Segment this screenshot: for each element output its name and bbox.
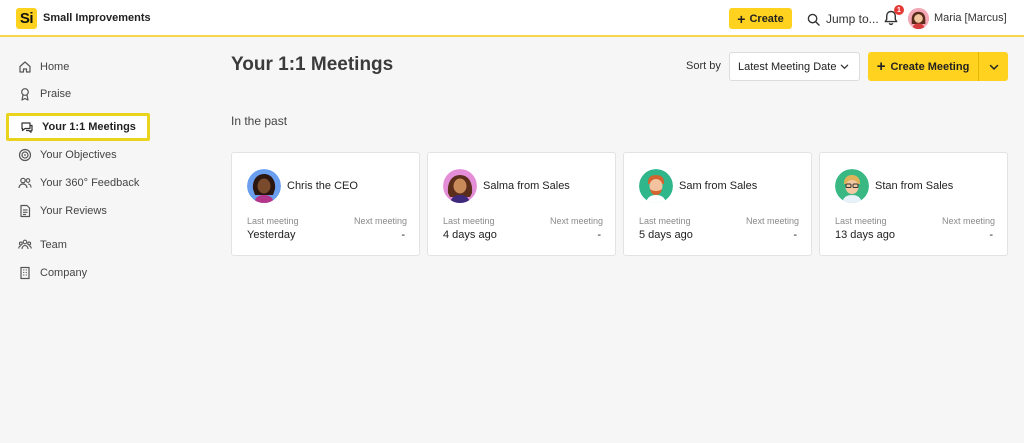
sidebar-item-team[interactable]: Team	[18, 236, 67, 254]
create-meeting-button[interactable]: + Create Meeting	[868, 52, 978, 81]
last-meeting-value: Yesterday	[247, 229, 296, 241]
sidebar-item-label: Company	[40, 267, 88, 279]
avatar	[835, 169, 869, 203]
last-meeting-label: Last meeting	[639, 216, 691, 226]
jump-to-label: Jump to...	[826, 12, 879, 26]
user-name: Maria [Marcus]	[934, 12, 1007, 24]
last-meeting-value: 4 days ago	[443, 229, 497, 241]
app-logo[interactable]: Si	[16, 8, 37, 29]
home-icon	[19, 61, 31, 73]
app-name[interactable]: Small Improvements	[43, 12, 151, 24]
last-meeting-value: 13 days ago	[835, 229, 895, 241]
next-meeting-label: Next meeting	[549, 216, 603, 226]
sidebar-item-home[interactable]: Home	[18, 58, 69, 76]
sidebar-item-praise[interactable]: Praise	[18, 85, 71, 103]
plus-icon: +	[737, 10, 746, 27]
sidebar-item-objectives[interactable]: Your Objectives	[18, 146, 117, 164]
award-icon	[21, 88, 29, 101]
chevron-down-icon	[840, 64, 849, 69]
sidebar-item-company[interactable]: Company	[18, 264, 87, 282]
next-meeting-label: Next meeting	[353, 216, 407, 226]
create-meeting-label: Create Meeting	[890, 60, 970, 73]
top-bar: Si Small Improvements + Create Jump to..…	[0, 0, 1024, 37]
meeting-card-chris[interactable]: Chris the CEO Last meeting Next meeting …	[231, 152, 420, 256]
people-icon	[18, 177, 32, 189]
sidebar: Home Praise Your 1:1 Meetings Your Objec…	[0, 38, 200, 443]
sidebar-item-360-feedback[interactable]: Your 360° Feedback	[18, 174, 139, 192]
sidebar-item-reviews[interactable]: Your Reviews	[18, 202, 107, 220]
sort-select-value: Latest Meeting Date	[738, 60, 837, 73]
next-meeting-value: -	[401, 229, 405, 241]
last-meeting-label: Last meeting	[247, 216, 299, 226]
building-icon	[20, 266, 30, 280]
next-meeting-value: -	[597, 229, 601, 241]
section-title: In the past	[231, 114, 288, 128]
team-icon	[18, 239, 32, 250]
next-meeting-label: Next meeting	[941, 216, 995, 226]
sort-label: Sort by	[686, 60, 721, 72]
avatar	[639, 169, 673, 203]
page-title: Your 1:1 Meetings	[231, 54, 394, 75]
last-meeting-value: 5 days ago	[639, 229, 693, 241]
next-meeting-value: -	[989, 229, 993, 241]
notification-badge: 1	[894, 5, 904, 15]
participant-name: Chris the CEO	[287, 180, 358, 192]
sort-select[interactable]: Latest Meeting Date	[729, 52, 860, 81]
jump-to-search[interactable]: Jump to...	[807, 10, 879, 28]
chevron-down-icon	[989, 64, 998, 70]
document-icon	[20, 204, 31, 218]
next-meeting-label: Next meeting	[745, 216, 799, 226]
sidebar-item-one-on-one-meetings[interactable]: Your 1:1 Meetings	[6, 113, 150, 141]
avatar	[443, 169, 477, 203]
last-meeting-label: Last meeting	[835, 216, 887, 226]
create-button[interactable]: + Create	[729, 8, 792, 29]
sidebar-item-label: Your Objectives	[40, 149, 117, 161]
participant-name: Stan from Sales	[875, 180, 954, 192]
participant-name: Salma from Sales	[483, 180, 570, 192]
sidebar-item-label: Your 360° Feedback	[40, 177, 140, 189]
chat-icon	[21, 122, 33, 133]
meeting-card-salma[interactable]: Salma from Sales Last meeting Next meeti…	[427, 152, 616, 256]
meeting-card-sam[interactable]: Sam from Sales Last meeting Next meeting…	[623, 152, 812, 256]
avatar	[247, 169, 281, 203]
search-icon	[807, 13, 820, 26]
meeting-card-stan[interactable]: Stan from Sales Last meeting Next meetin…	[819, 152, 1008, 256]
sidebar-item-label: Team	[40, 239, 67, 251]
plus-icon: +	[876, 58, 886, 75]
next-meeting-value: -	[793, 229, 797, 241]
create-button-label: Create	[749, 12, 784, 25]
target-icon	[18, 148, 32, 162]
user-avatar	[908, 7, 929, 29]
last-meeting-label: Last meeting	[443, 216, 495, 226]
sidebar-item-label: Your Reviews	[40, 205, 107, 217]
sidebar-item-label: Praise	[40, 88, 72, 100]
create-meeting-split-button: + Create Meeting	[868, 52, 1008, 81]
sidebar-item-label: Your 1:1 Meetings	[42, 121, 136, 133]
user-menu[interactable]: Maria [Marcus]	[908, 7, 1007, 29]
create-meeting-dropdown-toggle[interactable]	[979, 52, 1008, 81]
sidebar-item-label: Home	[40, 61, 70, 73]
participant-name: Sam from Sales	[679, 180, 758, 192]
